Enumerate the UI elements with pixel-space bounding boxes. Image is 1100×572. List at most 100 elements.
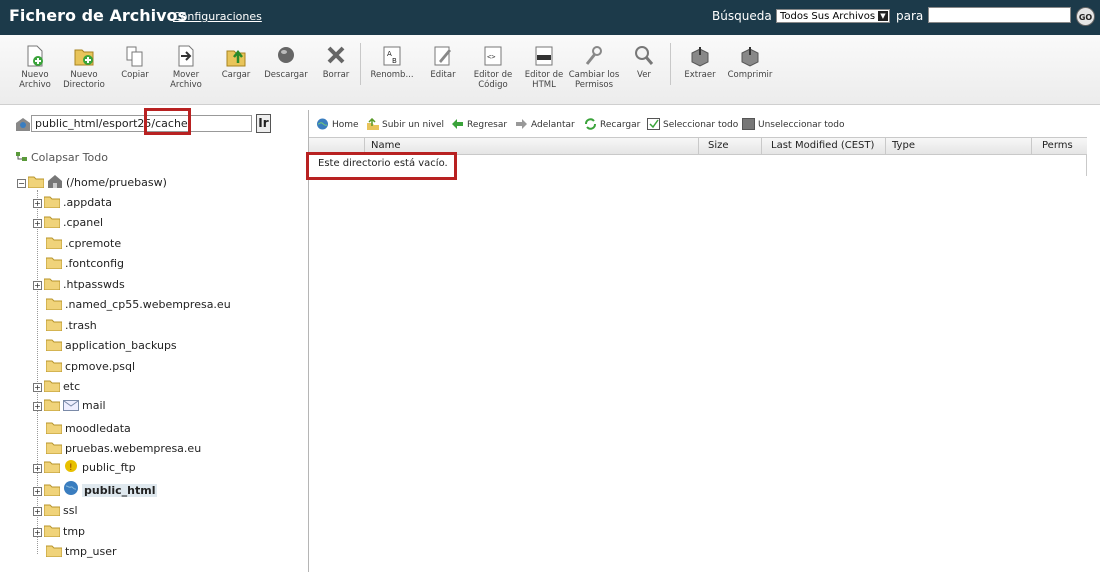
svg-text:B: B	[392, 57, 397, 65]
nav-label: Adelantar	[531, 120, 575, 130]
view-button[interactable]: Ver	[617, 45, 671, 80]
tree-item[interactable]: +! public_ftp	[33, 459, 136, 475]
tree-root[interactable]: − (/home/pruebasw)	[17, 174, 167, 190]
tool-label: Cargar	[221, 70, 251, 80]
expand-icon[interactable]: +	[33, 199, 42, 208]
tree-item-label: .fontconfig	[65, 257, 125, 270]
folder-icon	[46, 442, 62, 454]
up-level-button[interactable]: Subir un nivel	[366, 118, 444, 130]
tree-item[interactable]: .fontconfig	[46, 256, 124, 272]
column-size[interactable]: Size	[708, 140, 729, 151]
reload-button[interactable]: Recargar	[584, 118, 640, 130]
nav-label: Subir un nivel	[382, 120, 445, 130]
expand-icon[interactable]: +	[33, 219, 42, 228]
config-link[interactable]: Configuraciones	[173, 10, 262, 23]
search-input[interactable]	[928, 7, 1071, 23]
new-file-icon	[27, 45, 43, 67]
tree-item[interactable]: + mail	[33, 398, 106, 414]
tree-item[interactable]: + etc	[33, 379, 80, 395]
tree-item[interactable]: .trash	[46, 318, 97, 334]
tree-item[interactable]: .named_cp55.webempresa.eu	[46, 297, 231, 313]
expand-icon[interactable]: +	[33, 528, 42, 537]
back-button[interactable]: Regresar	[451, 118, 507, 130]
tool-label: Nuevo Directorio	[63, 70, 105, 90]
column-name[interactable]: Name	[371, 140, 401, 151]
rename-button[interactable]: AB Renomb...	[365, 45, 419, 80]
expand-icon[interactable]: +	[33, 383, 42, 392]
download-icon	[278, 47, 294, 63]
tool-label: Mover Archivo	[170, 70, 202, 90]
unselect-all-button[interactable]: Unseleccionar todo	[742, 118, 845, 130]
expand-icon[interactable]: +	[33, 402, 42, 411]
home-nav-button[interactable]: Home	[316, 118, 359, 130]
move-file-button[interactable]: Mover Archivo	[159, 45, 213, 90]
svg-text:<>: <>	[487, 53, 495, 61]
edit-icon	[434, 46, 451, 66]
folder-icon	[46, 422, 62, 434]
tree-item[interactable]: + ssl	[33, 503, 78, 519]
tree-item[interactable]: cpmove.psql	[46, 359, 135, 375]
tree-item-label: mail	[82, 399, 106, 412]
tool-label: Ver	[637, 70, 651, 80]
tree-item-label: .htpasswds	[63, 278, 125, 291]
tree-item[interactable]: + .htpasswds	[33, 277, 125, 293]
column-perms[interactable]: Perms	[1042, 140, 1073, 151]
download-button[interactable]: Descargar	[259, 45, 313, 80]
html-editor-button[interactable]: Editor de HTML	[517, 45, 571, 90]
extract-button[interactable]: Extraer	[673, 45, 727, 80]
tree-item-label: .named_cp55.webempresa.eu	[65, 298, 231, 311]
expand-icon[interactable]: +	[33, 487, 42, 496]
edit-button[interactable]: Editar	[416, 45, 470, 80]
globe-icon	[64, 481, 78, 495]
tree-item[interactable]: moodledata	[46, 421, 131, 437]
folder-icon	[46, 339, 62, 351]
tree-item-label: tmp_user	[65, 545, 117, 558]
go-button[interactable]: GO	[1076, 7, 1095, 26]
column-last-modified[interactable]: Last Modified (CEST)	[771, 140, 874, 151]
permissions-button[interactable]: Cambiar los Permisos	[567, 45, 621, 90]
tree-item[interactable]: application_backups	[46, 338, 177, 354]
extract-icon	[691, 47, 709, 67]
compress-button[interactable]: Comprimir	[723, 45, 777, 80]
upload-button[interactable]: Cargar	[209, 45, 263, 80]
delete-button[interactable]: Borrar	[309, 45, 363, 80]
reload-icon	[585, 118, 596, 130]
empty-message-highlight-box	[306, 152, 457, 180]
tool-label: Cambiar los Permisos	[568, 70, 620, 90]
tree-item-label: .appdata	[63, 196, 112, 209]
expand-icon[interactable]: +	[33, 464, 42, 473]
expand-icon[interactable]: +	[33, 281, 42, 290]
collapse-all-link[interactable]: Colapsar Todo	[15, 151, 108, 164]
go-path-button[interactable]: Ir	[256, 114, 271, 133]
new-folder-button[interactable]: Nuevo Directorio	[57, 45, 111, 90]
tree-item[interactable]: + .appdata	[33, 195, 112, 211]
search-scope-select[interactable]: Todos Sus Archivos ▼	[776, 9, 890, 23]
up-level-icon	[367, 118, 379, 130]
folder-open-icon	[28, 176, 44, 188]
tree-item-label-selected: public_html	[82, 484, 158, 497]
search-label: Búsqueda	[712, 9, 772, 23]
path-input[interactable]: public_html/esport25/cache	[31, 115, 252, 132]
select-all-button[interactable]: Seleccionar todo	[647, 118, 738, 130]
tree-item[interactable]: tmp_user	[46, 544, 117, 560]
para-label: para	[896, 9, 924, 23]
tree-item[interactable]: .cpremote	[46, 236, 121, 252]
home-icon	[317, 118, 328, 130]
column-separator	[885, 138, 886, 155]
tree-item-public-html[interactable]: + public_html	[33, 480, 158, 497]
checkbox-checked-icon	[647, 118, 660, 130]
tree-item[interactable]: + tmp	[33, 524, 85, 540]
tree-item-label: .trash	[65, 319, 97, 332]
new-file-button[interactable]: Nuevo Archivo	[8, 45, 62, 90]
folder-icon	[44, 504, 60, 516]
copy-button[interactable]: Copiar	[108, 45, 162, 80]
search-scope-value: Todos Sus Archivos	[780, 11, 876, 22]
column-type[interactable]: Type	[892, 140, 915, 151]
folder-icon	[44, 278, 60, 290]
forward-button[interactable]: Adelantar	[515, 118, 575, 130]
tree-item[interactable]: + .cpanel	[33, 215, 103, 231]
collapse-toggle-icon[interactable]: −	[17, 179, 26, 188]
expand-icon[interactable]: +	[33, 507, 42, 516]
code-editor-button[interactable]: <> Editor de Código	[466, 45, 520, 90]
tree-item[interactable]: pruebas.webempresa.eu	[46, 441, 201, 457]
